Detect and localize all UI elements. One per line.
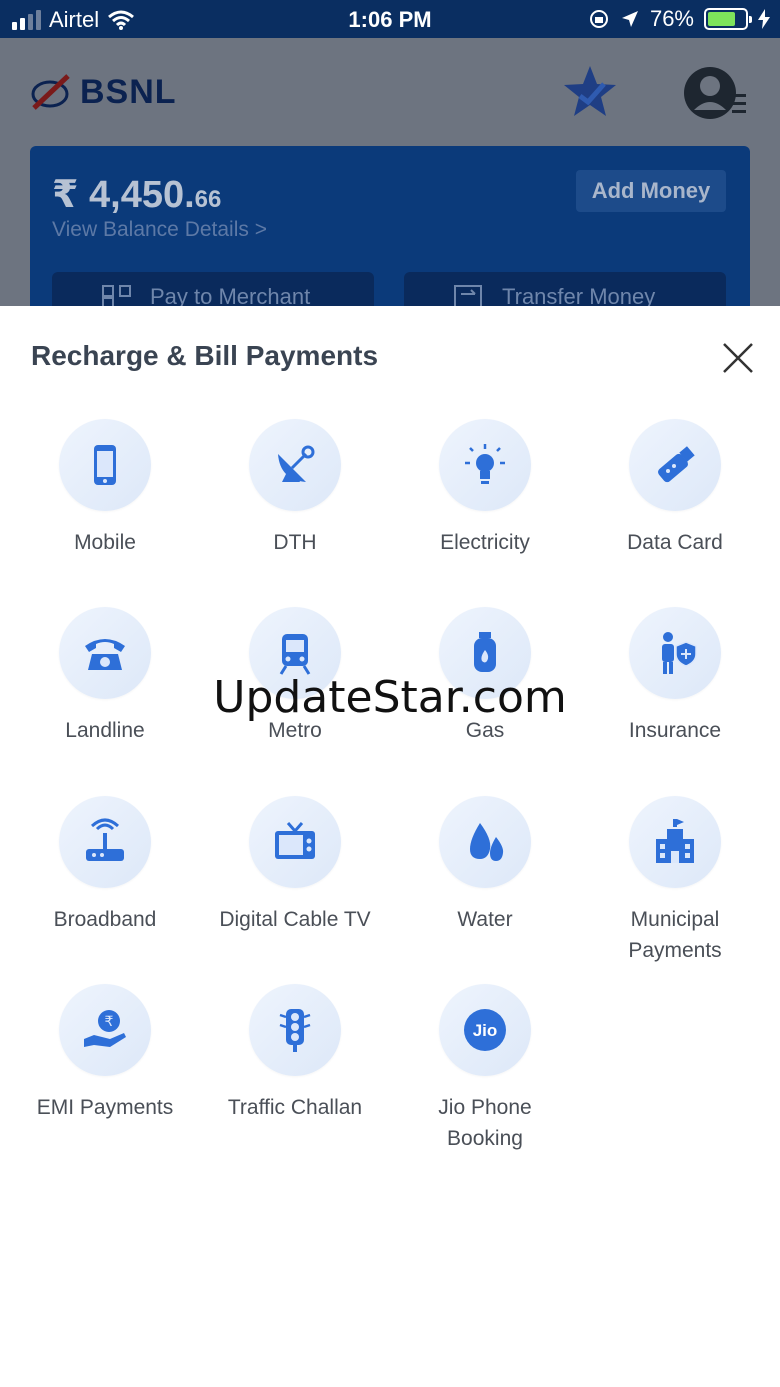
- tile-label: Municipal Payments: [628, 908, 722, 962]
- tile-label: Data Card: [627, 531, 723, 554]
- tile-label: EMI Payments: [36, 1096, 174, 1119]
- add-money-button[interactable]: Add Money: [576, 170, 726, 212]
- rotation-lock-icon: [589, 10, 608, 28]
- status-bar: Airtel 1:06 PM 76%: [0, 0, 780, 38]
- location-arrow-icon: [621, 11, 638, 27]
- tile-data-card[interactable]: Data Card: [580, 419, 770, 558]
- tile-label: Digital Cable TV: [219, 908, 371, 931]
- tile-broadband[interactable]: Broadband: [10, 796, 200, 935]
- bsnl-logo: BSNL: [30, 72, 177, 112]
- star-rewards-icon[interactable]: [560, 62, 620, 122]
- mobile-icon: [94, 445, 116, 485]
- tile-label: Water: [457, 908, 513, 931]
- sheet-title: Recharge & Bill Payments: [31, 340, 379, 371]
- bsnl-logo-icon: [31, 74, 70, 110]
- lightbulb-icon: [465, 444, 505, 484]
- jio-logo-icon: Jio: [464, 1009, 506, 1051]
- tile-label: Jio Phone Booking: [438, 1096, 532, 1150]
- tile-water[interactable]: Water: [390, 796, 580, 935]
- tile-mobile[interactable]: Mobile: [10, 419, 200, 558]
- tile-traffic-challan[interactable]: Traffic Challan: [200, 984, 390, 1123]
- battery-percent: 76%: [649, 6, 694, 31]
- water-drop-icon: [470, 823, 504, 861]
- router-icon: [86, 818, 124, 861]
- tile-label: Traffic Challan: [227, 1096, 363, 1119]
- tile-municipal-payments[interactable]: Municipal Payments: [580, 796, 770, 966]
- gas-cylinder-icon: [474, 632, 496, 672]
- tv-icon: [275, 822, 315, 859]
- rupee-hand-icon: ₹: [84, 1010, 126, 1047]
- wallet-balance: ₹ 4,450.66: [52, 174, 222, 216]
- tile-label: DTH: [273, 531, 317, 554]
- tile-emi-payments[interactable]: ₹ EMI Payments: [10, 984, 200, 1123]
- view-balance-details-link[interactable]: View Balance Details >: [52, 218, 267, 242]
- train-icon: [279, 634, 311, 675]
- tile-label: Mobile: [74, 531, 136, 554]
- charging-bolt-icon: [758, 9, 770, 29]
- profile-menu-icon[interactable]: [682, 64, 748, 122]
- usb-dongle-icon: [658, 446, 695, 483]
- tile-jio-phone-booking[interactable]: Jio Jio Phone Booking: [390, 984, 580, 1154]
- tile-label: Electricity: [440, 531, 530, 554]
- satellite-dish-icon: [278, 445, 315, 482]
- shield-person-icon: [662, 632, 697, 674]
- tile-electricity[interactable]: Electricity: [390, 419, 580, 558]
- svg-text:₹: ₹: [105, 1014, 114, 1030]
- tile-digital-cable-tv[interactable]: Digital Cable TV: [200, 796, 390, 935]
- watermark: UpdateStar.com: [213, 672, 567, 723]
- municipal-building-icon: [656, 819, 694, 863]
- tile-label: Broadband: [53, 908, 157, 931]
- recharge-bill-payments-sheet: Recharge & Bill Payments Mobile DTH Elec…: [0, 306, 780, 1387]
- app-background: BSNL ₹ 4,450.66 View Balance Details > A…: [0, 38, 780, 322]
- brand-name: BSNL: [80, 72, 177, 111]
- balance-card: ₹ 4,450.66 View Balance Details > Add Mo…: [30, 146, 750, 322]
- tile-dth[interactable]: DTH: [200, 419, 390, 558]
- close-icon[interactable]: [718, 338, 758, 378]
- svg-text:Jio: Jio: [473, 1021, 498, 1040]
- telephone-icon: [85, 639, 125, 670]
- traffic-light-icon: [279, 1009, 311, 1052]
- battery-icon: [704, 8, 752, 30]
